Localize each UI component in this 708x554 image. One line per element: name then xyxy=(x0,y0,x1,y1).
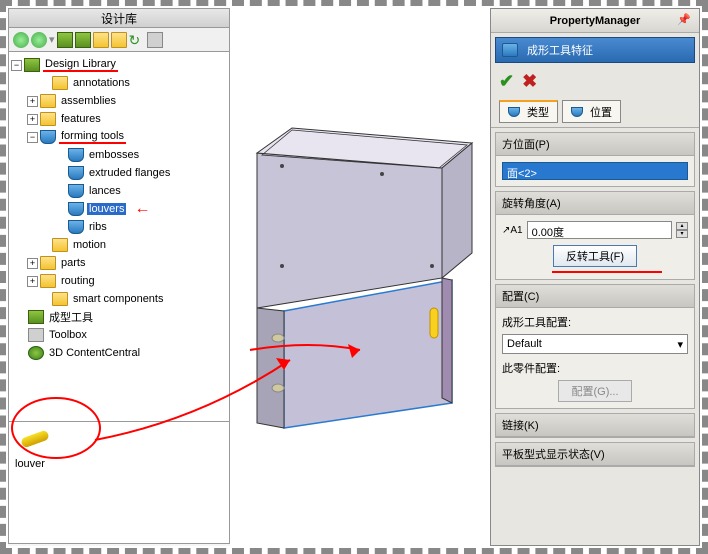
position-icon xyxy=(571,107,583,117)
tree-item[interactable]: 3D ContentCentral xyxy=(47,347,142,359)
refresh-icon[interactable]: ↻ xyxy=(129,32,145,48)
placement-face-selection[interactable]: 面<2> xyxy=(502,162,688,180)
preview-pane: louver xyxy=(8,422,230,544)
forming-lib-icon xyxy=(28,310,44,324)
expand-toggle[interactable]: − xyxy=(27,132,38,143)
3d-viewport[interactable] xyxy=(232,8,488,546)
library-icon-2[interactable] xyxy=(75,32,91,48)
forming-tools-icon xyxy=(40,130,56,144)
configure-button[interactable]: 配置(G)... xyxy=(558,380,631,402)
tree-item[interactable]: annotations xyxy=(71,77,132,89)
folder-icon xyxy=(52,292,68,306)
form-icon xyxy=(68,220,84,234)
section-link-title[interactable]: 链接(K) xyxy=(496,414,694,437)
pin-icon[interactable] xyxy=(147,32,163,48)
tree-item[interactable]: smart components xyxy=(71,293,165,305)
form-icon xyxy=(68,148,84,162)
expand-toggle[interactable]: − xyxy=(11,60,22,71)
design-library-title: 设计库 xyxy=(8,8,230,28)
tree-item[interactable]: extruded flanges xyxy=(87,167,172,179)
preview-label: louver xyxy=(15,458,223,470)
pm-title: PropertyManager 📌 xyxy=(491,9,699,33)
tree-item[interactable]: motion xyxy=(71,239,108,251)
louver-preview-icon[interactable] xyxy=(20,430,50,449)
expand-toggle[interactable]: + xyxy=(27,96,38,107)
flip-tool-button[interactable]: 反转工具(F) xyxy=(553,245,637,267)
angle-icon: ↗A1 xyxy=(502,225,523,236)
folder-icon[interactable] xyxy=(93,32,109,48)
folder-icon xyxy=(40,112,56,126)
toolbox-icon xyxy=(28,328,44,342)
pm-feature-header: 成形工具特征 xyxy=(495,37,695,63)
config-select[interactable]: Default▾ xyxy=(502,334,688,354)
library-icon[interactable] xyxy=(57,32,73,48)
form-icon xyxy=(68,166,84,180)
folder-icon xyxy=(40,94,56,108)
type-icon xyxy=(508,107,520,117)
folder-icon xyxy=(52,238,68,252)
tree-item[interactable]: Toolbox xyxy=(47,329,89,341)
tree-item[interactable]: ribs xyxy=(87,221,109,233)
section-flat-title[interactable]: 平板型式显示状态(V) xyxy=(496,443,694,466)
forward-icon[interactable] xyxy=(31,32,47,48)
cancel-button[interactable]: ✖ xyxy=(522,71,537,92)
tree-item-louvers[interactable]: louvers xyxy=(87,203,126,215)
tree-item[interactable]: embosses xyxy=(87,149,141,161)
chevron-down-icon: ▾ xyxy=(677,338,683,351)
form-icon xyxy=(68,184,84,198)
section-placement-title: 方位面(P) xyxy=(496,133,694,156)
design-library-toolbar: ▾ ↻ xyxy=(8,28,230,52)
tree-item[interactable]: features xyxy=(59,113,103,125)
tab-type[interactable]: 类型 xyxy=(499,100,558,123)
expand-toggle[interactable]: + xyxy=(27,276,38,287)
folder-icon xyxy=(40,256,56,270)
folder-new-icon[interactable] xyxy=(111,32,127,48)
pin-icon[interactable]: 📌 xyxy=(677,13,693,29)
tree-item-forming[interactable]: forming tools xyxy=(59,130,126,144)
expand-toggle[interactable]: + xyxy=(27,258,38,269)
globe-icon xyxy=(28,346,44,360)
back-icon[interactable] xyxy=(13,32,29,48)
folder-icon xyxy=(52,76,68,90)
angle-input[interactable]: 0.00度 xyxy=(527,221,672,239)
expand-toggle[interactable]: + xyxy=(27,114,38,125)
library-root-icon xyxy=(24,58,40,72)
folder-icon xyxy=(40,274,56,288)
property-manager-panel: PropertyManager 📌 成形工具特征 ✔ ✖ 类型 位置 方位面(P… xyxy=(490,8,700,546)
config-label-2: 此零件配置: xyxy=(502,360,688,376)
tree-item[interactable]: parts xyxy=(59,257,87,269)
tree-item[interactable]: 成型工具 xyxy=(47,309,95,325)
tree-item[interactable]: assemblies xyxy=(59,95,118,107)
angle-up[interactable]: ▴ xyxy=(676,222,688,230)
ok-button[interactable]: ✔ xyxy=(499,71,514,92)
angle-down[interactable]: ▾ xyxy=(676,230,688,238)
config-label-1: 成形工具配置: xyxy=(502,314,688,330)
form-tool-icon xyxy=(502,43,518,57)
design-library-tree: − Design Library annotations + assemblie… xyxy=(8,52,230,422)
tree-root-label[interactable]: Design Library xyxy=(43,58,118,72)
tree-item[interactable]: lances xyxy=(87,185,123,197)
annotation-arrow: ← xyxy=(134,200,150,218)
section-config-title: 配置(C) xyxy=(496,285,694,308)
tab-position[interactable]: 位置 xyxy=(562,100,621,123)
section-angle-title: 旋转角度(A) xyxy=(496,192,694,215)
tree-item[interactable]: routing xyxy=(59,275,97,287)
form-icon xyxy=(68,202,84,216)
